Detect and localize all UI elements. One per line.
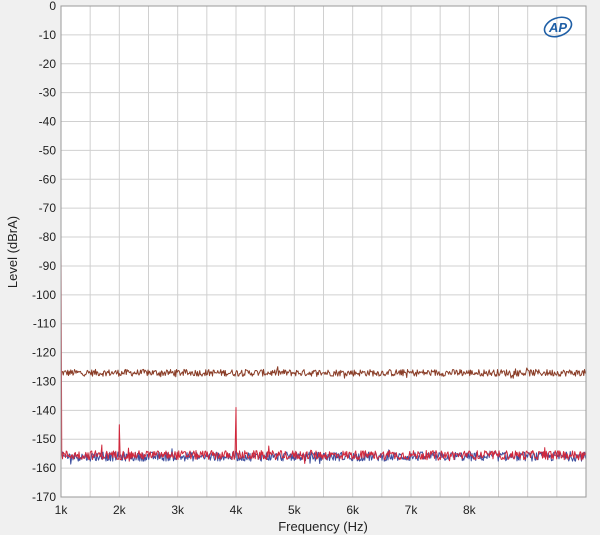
x-tick-label: 5k [288, 503, 302, 517]
y-tick-label: -80 [39, 230, 57, 244]
y-tick-label: 0 [49, 0, 56, 13]
x-tick-label: 7k [405, 503, 419, 517]
y-tick-label: -90 [39, 259, 57, 273]
y-tick-label: -50 [39, 143, 57, 157]
y-tick-label: -10 [39, 28, 57, 42]
y-tick-label: -20 [39, 57, 57, 71]
y-tick-label: -110 [33, 317, 56, 331]
y-tick-label: -60 [39, 172, 57, 186]
y-tick-label: -170 [32, 490, 56, 504]
y-axis-label: Level (dBrA) [5, 216, 20, 288]
y-tick-label: -30 [39, 86, 57, 100]
y-tick-label: -40 [39, 115, 57, 129]
x-tick-label: 4k [230, 503, 244, 517]
ap-logo-text: AP [548, 20, 567, 35]
x-tick-label: 2k [113, 503, 127, 517]
x-axis-label: Frequency (Hz) [278, 519, 368, 534]
x-tick-label: 8k [463, 503, 477, 517]
y-tick-label: -150 [32, 432, 56, 446]
chart: 0 -10 -20 -30 -40 -50 -60 -70 -80 -90 -100 -110 -120… [0, 0, 600, 535]
y-tick-label: -70 [39, 201, 57, 215]
y-tick-label: -160 [32, 461, 56, 475]
y-tick-label: -130 [32, 374, 56, 388]
x-tick-label: 3k [171, 503, 185, 517]
x-tick-label: 1k [55, 503, 69, 517]
y-tick-label: -120 [32, 346, 56, 360]
y-tick-label: -100 [32, 288, 56, 302]
x-tick-label: 6k [346, 503, 360, 517]
y-tick-label: -140 [32, 403, 56, 417]
